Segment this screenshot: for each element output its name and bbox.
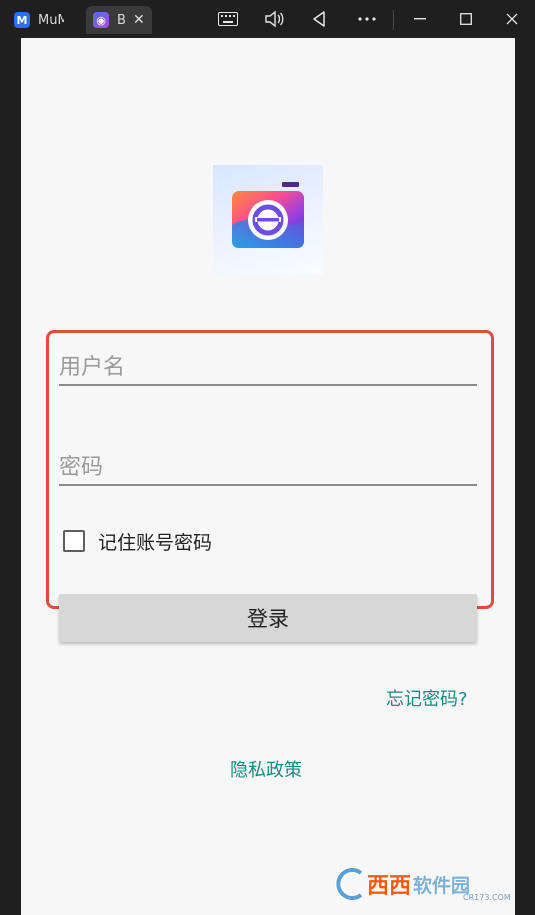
forgot-password-link[interactable]: 忘记密码? (386, 685, 468, 711)
close-icon[interactable] (500, 7, 524, 31)
emulator-titlebar: M MuMu ◉ Bloom ✕ (0, 0, 535, 38)
back-icon[interactable] (307, 7, 331, 31)
more-icon[interactable] (355, 7, 379, 31)
mumu-logo-icon: M (14, 12, 30, 28)
app-logo (213, 165, 323, 275)
watermark-subtitle: 软件园 (413, 874, 471, 897)
tab-mumu[interactable]: M MuMu (14, 6, 80, 34)
volume-icon[interactable] (262, 7, 286, 31)
keyboard-icon[interactable] (216, 7, 240, 31)
app-screen: 记住账号密码 登录 忘记密码? 隐私政策 (21, 38, 515, 915)
watermark-site: CR173.COM (463, 893, 511, 902)
watermark: 西西 软件园 CR173.COM (335, 862, 515, 906)
maximize-icon[interactable] (454, 7, 478, 31)
minimize-icon[interactable] (408, 7, 432, 31)
app-logo-icon: ◉ (93, 12, 109, 28)
privacy-policy-link[interactable]: 隐私政策 (230, 756, 302, 782)
tab-app[interactable]: ◉ Bloom ✕ (86, 6, 152, 34)
tab-label: Bloom (117, 12, 127, 28)
titlebar-divider (393, 10, 394, 30)
tab-close-icon[interactable]: ✕ (133, 12, 145, 28)
highlight-frame (46, 330, 494, 609)
watermark-logo-icon (335, 867, 364, 901)
login-button[interactable]: 登录 (59, 594, 477, 642)
watermark-brand: 西西 (367, 874, 412, 899)
tab-label: MuMu (38, 12, 64, 28)
camera-logo-icon (232, 182, 304, 248)
